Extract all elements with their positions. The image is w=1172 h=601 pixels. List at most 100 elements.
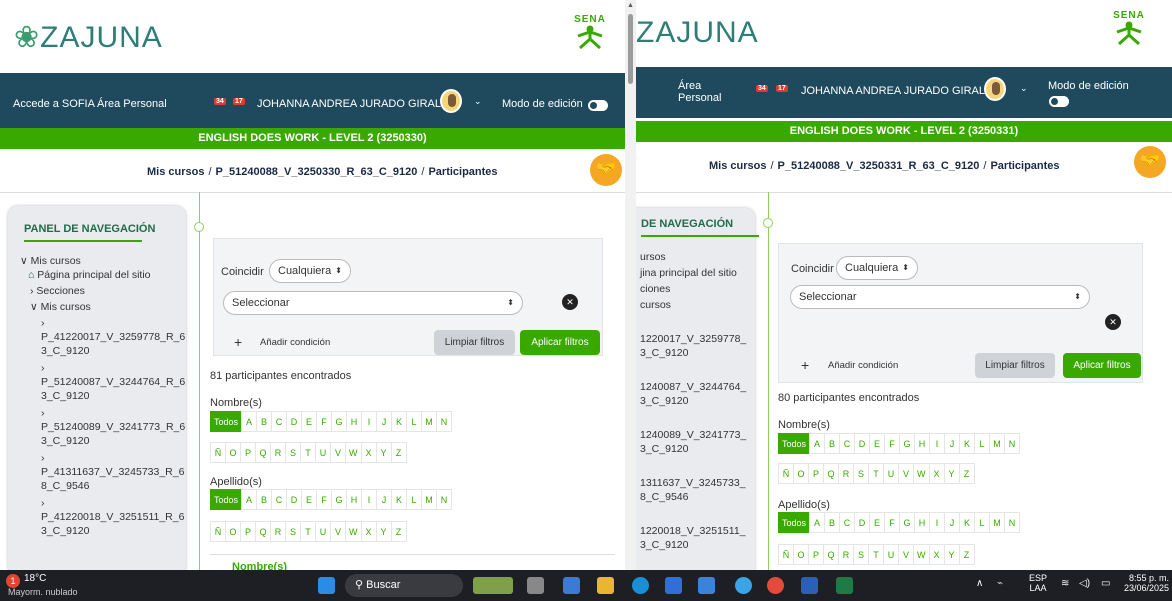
tree-item-secciones[interactable]: › Secciones [20,284,185,298]
chevron-up-icon[interactable]: ∧ [976,578,983,589]
news-widget-icon[interactable] [473,577,513,594]
letter-filter[interactable]: C [271,489,288,510]
clear-filters-button[interactable]: Limpiar filtros [434,330,515,355]
letter-filter[interactable]: D [854,512,871,533]
tree-item-mis-cursos-sub[interactable]: cursos [640,298,746,312]
weather-temp[interactable]: 18°C [24,573,46,584]
letter-filter[interactable]: Y [943,463,960,484]
letter-filter[interactable]: G [331,489,348,510]
letter-filter[interactable]: L [406,489,423,510]
tree-item-mis-cursos[interactable]: ursos [640,250,746,264]
letter-filter-all[interactable]: Todos [210,411,243,432]
letter-filter[interactable]: K [959,512,976,533]
letter-filter[interactable]: B [256,489,273,510]
user-menu-chevron-icon[interactable]: ⌄ [1020,83,1028,94]
letter-filter[interactable]: C [839,512,856,533]
letter-filter[interactable]: M [989,512,1006,533]
letter-filter[interactable]: T [300,442,316,463]
tree-course-3[interactable]: P_51240089_V_3241773_R_6 3_C_9120 [20,420,185,448]
nav-link-area-personal[interactable]: Área Personal [97,98,167,110]
letter-filter[interactable]: G [899,433,916,454]
letter-filter[interactable]: M [989,433,1006,454]
letter-filter-all[interactable]: Todos [778,512,811,533]
letter-filter[interactable]: X [928,463,945,484]
letter-filter[interactable]: H [346,411,363,432]
language-indicator[interactable]: ESP LAA [1029,573,1047,593]
add-condition-button[interactable]: Añadir condición [828,360,898,371]
tree-course-3[interactable]: 1240089_V_3241773_ 3_C_9120 [640,428,746,456]
letter-filter[interactable]: Ñ [210,521,226,542]
letter-filter[interactable]: J [376,411,393,432]
windows-start-icon[interactable] [318,577,335,594]
letter-filter[interactable]: Z [958,463,975,484]
tree-course-5[interactable]: P_41220018_V_3251511_R_6 3_C_9120 [20,510,185,538]
letter-filter[interactable]: U [883,463,899,484]
letter-filter[interactable]: O [793,463,809,484]
tree-course-4[interactable]: P_41311637_V_3245733_R_6 8_C_9546 [20,465,185,493]
letter-filter[interactable]: R [270,442,286,463]
letter-filter[interactable]: L [974,512,991,533]
letter-filter[interactable]: O [793,544,809,565]
letter-filter[interactable]: X [360,442,377,463]
letter-filter[interactable]: Ñ [778,463,794,484]
remove-condition-icon[interactable]: ✕ [562,294,578,310]
letter-filter[interactable]: O [225,442,241,463]
letter-filter[interactable]: L [406,411,423,432]
app-icon-2[interactable] [735,577,752,594]
letter-filter[interactable]: G [899,512,916,533]
letter-filter[interactable]: V [330,442,346,463]
clear-filters-button[interactable]: Limpiar filtros [975,353,1055,378]
letter-filter[interactable]: Z [958,544,975,565]
edit-mode-toggle[interactable] [588,100,608,111]
letter-filter[interactable]: K [391,489,408,510]
letter-filter[interactable]: P [808,544,824,565]
letter-filter[interactable]: F [884,512,901,533]
letter-filter[interactable]: S [285,521,301,542]
letter-filter[interactable]: U [315,442,331,463]
letter-filter[interactable]: Q [255,442,271,463]
letter-filter[interactable]: Z [390,442,407,463]
apply-filters-button[interactable]: Aplicar filtros [1063,353,1141,378]
edge-icon[interactable] [632,577,649,594]
letter-filter[interactable]: D [286,411,303,432]
letter-filter[interactable]: X [360,521,377,542]
letter-filter[interactable]: S [853,463,869,484]
breadcrumb-course[interactable]: P_51240088_V_3250330_R_63_C_9120 [216,166,418,178]
letter-filter[interactable]: Ñ [210,442,226,463]
letter-filter[interactable]: E [301,411,318,432]
letter-filter[interactable]: W [345,442,362,463]
copilot-icon[interactable] [563,577,580,594]
letter-filter[interactable]: Y [375,442,392,463]
breadcrumb-course[interactable]: P_51240088_V_3250331_R_63_C_9120 [778,160,980,172]
letter-filter[interactable]: A [809,433,826,454]
letter-filter[interactable]: I [929,512,946,533]
condition-select[interactable]: Seleccionar ⬍ [223,291,523,315]
letter-filter[interactable]: V [898,463,914,484]
letter-filter[interactable]: T [868,463,884,484]
zajuna-logo[interactable]: ❀ZAJUNA [14,20,163,55]
tree-course-2[interactable]: P_51240087_V_3244764_R_6 3_C_9120 [20,375,185,403]
weather-desc[interactable]: Mayorm. nublado [8,587,78,597]
user-name[interactable]: JOHANNA ANDREA JURADO GIRALDO [801,85,1002,97]
tree-item-home[interactable]: jina principal del sitio [640,266,746,280]
letter-filter[interactable]: B [824,433,841,454]
user-menu-chevron-icon[interactable]: ⌄ [474,96,482,107]
letter-filter[interactable]: Ñ [778,544,794,565]
letter-filter[interactable]: U [315,521,331,542]
letter-filter[interactable]: H [914,433,931,454]
user-avatar[interactable] [984,77,1006,101]
letter-filter[interactable]: P [240,442,256,463]
scroll-up-icon[interactable]: ▲ [627,2,634,9]
letter-filter-all[interactable]: Todos [778,433,811,454]
letter-filter[interactable]: N [1004,512,1021,533]
letter-filter[interactable]: I [361,411,378,432]
letter-filter[interactable]: A [241,411,258,432]
letter-filter[interactable]: S [853,544,869,565]
letter-filter[interactable]: E [869,433,886,454]
breadcrumb-mis-cursos[interactable]: Mis cursos [147,166,204,178]
letter-filter[interactable]: Y [943,544,960,565]
letter-filter[interactable]: B [824,512,841,533]
letter-filter[interactable]: I [929,433,946,454]
letter-filter[interactable]: A [241,489,258,510]
breadcrumb-mis-cursos[interactable]: Mis cursos [709,160,766,172]
